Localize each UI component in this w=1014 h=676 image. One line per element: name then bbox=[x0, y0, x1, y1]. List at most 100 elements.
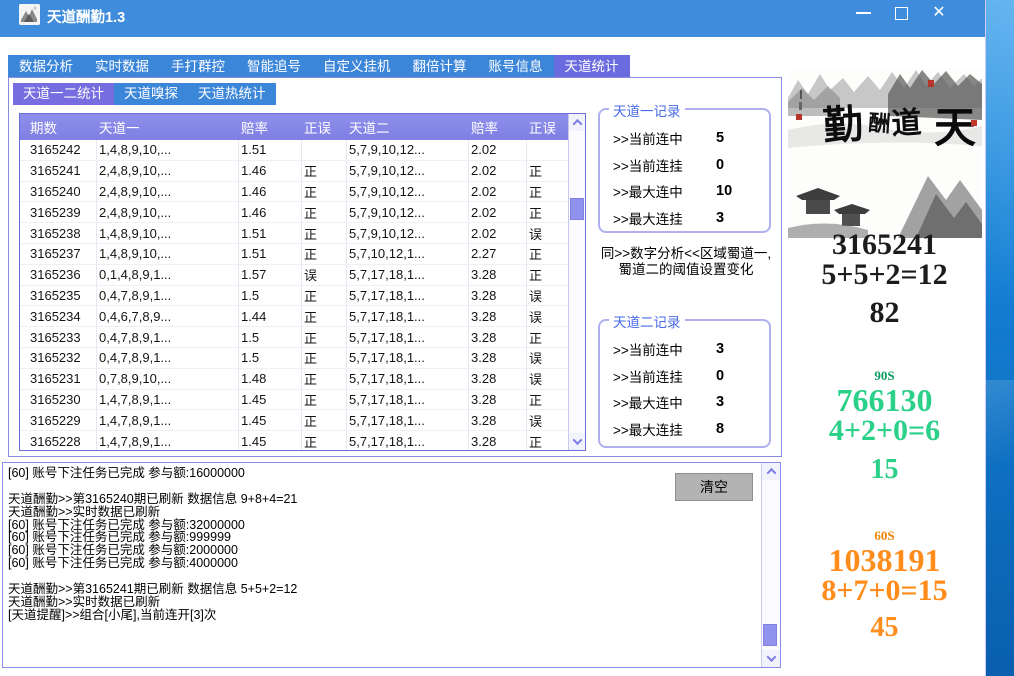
table-row[interactable]: 31652402,4,8,9,10,...1.46正5,7,9,10,12...… bbox=[20, 182, 570, 203]
scrollbar-thumb[interactable] bbox=[570, 198, 584, 220]
scroll-down-button[interactable] bbox=[762, 650, 780, 667]
table-cell: 2,4,8,9,10,... bbox=[97, 161, 239, 181]
table-cell: 0,4,7,8,9,1... bbox=[97, 327, 239, 347]
current-issue-formula: 5+5+2=12 bbox=[786, 258, 983, 292]
app-window: 天道酬勤1.3 ✕ 数据分析实时数据手打群控智能追号自定义挂机翻倍计算账号信息天… bbox=[0, 0, 986, 676]
table-cell: 正 bbox=[302, 390, 347, 410]
table-cell bbox=[527, 140, 570, 160]
scroll-up-button[interactable] bbox=[569, 114, 585, 131]
record-label: >>最大连中 bbox=[613, 181, 716, 201]
groupbox-title: 天道一记录 bbox=[609, 100, 685, 120]
table-row[interactable]: 31652310,7,8,9,10,...1.48正5,7,17,18,1...… bbox=[20, 369, 570, 390]
scrollbar-thumb[interactable] bbox=[763, 624, 777, 646]
record-row: >>最大连挂3 bbox=[613, 205, 769, 232]
table-cell: 误 bbox=[527, 348, 570, 368]
table-cell: 正 bbox=[302, 410, 347, 430]
close-button[interactable]: ✕ bbox=[920, 0, 958, 26]
app-icon[interactable] bbox=[19, 4, 40, 25]
column-header[interactable]: 天道一 bbox=[97, 117, 239, 137]
tab-0[interactable]: 数据分析 bbox=[8, 55, 84, 78]
table-cell: 1.5 bbox=[239, 348, 302, 368]
title-bar: 天道酬勤1.3 ✕ bbox=[0, 0, 985, 37]
record-row: >>最大连挂8 bbox=[613, 416, 769, 443]
table-cell: 1.46 bbox=[239, 182, 302, 202]
log-scrollbar[interactable] bbox=[761, 463, 780, 667]
record-items: >>当前连中3>>当前连挂0>>最大连中3>>最大连挂8 bbox=[600, 321, 769, 442]
record-row: >>当前连挂0 bbox=[613, 152, 769, 179]
table-row[interactable]: 31652360,1,4,8,9,1...1.57误5,7,17,18,1...… bbox=[20, 265, 570, 286]
table-row[interactable]: 31652350,4,7,8,9,1...1.5正5,7,17,18,1...3… bbox=[20, 286, 570, 307]
lottery-90s-total: 15 bbox=[786, 454, 983, 486]
log-line: 天道酬勤>>第3165241期已刷新 数据信息 5+5+2=12 bbox=[8, 583, 756, 596]
table-row[interactable]: 31652381,4,8,9,10,...1.51正5,7,9,10,12...… bbox=[20, 223, 570, 244]
column-header[interactable]: 天道二 bbox=[347, 117, 469, 137]
log-output[interactable]: [60] 账号下注任务已完成 参与额:16000000 天道酬勤>>第31652… bbox=[8, 467, 756, 622]
record-value: 5 bbox=[716, 130, 724, 146]
subtab-0[interactable]: 天道一二统计 bbox=[13, 83, 114, 105]
table-row[interactable]: 31652412,4,8,9,10,...1.46正5,7,9,10,12...… bbox=[20, 161, 570, 182]
scroll-up-button[interactable] bbox=[762, 463, 780, 480]
tab-1[interactable]: 实时数据 bbox=[84, 55, 160, 78]
record-label: >>最大连挂 bbox=[613, 208, 716, 228]
tab-6[interactable]: 账号信息 bbox=[478, 55, 554, 78]
record-label: >>当前连中 bbox=[613, 339, 716, 359]
tiandao2-record-box: 天道二记录 >>当前连中3>>当前连挂0>>最大连中3>>最大连挂8 bbox=[598, 319, 771, 448]
tab-7[interactable]: 天道统计 bbox=[554, 55, 630, 78]
table-cell: 1,4,8,9,10,... bbox=[97, 244, 239, 264]
sub-tab-bar: 天道一二统计天道嗅探天道热统计 bbox=[13, 83, 276, 105]
table-cell: 正 bbox=[302, 161, 347, 181]
table-cell: 3.28 bbox=[469, 390, 527, 410]
table-cell: 3165229 bbox=[20, 410, 97, 430]
record-value: 0 bbox=[716, 157, 724, 173]
table-row[interactable]: 31652371,4,8,9,10,...1.51正5,7,10,12,1...… bbox=[20, 244, 570, 265]
tab-5[interactable]: 翻倍计算 bbox=[402, 55, 478, 78]
record-label: >>最大连中 bbox=[613, 392, 716, 412]
table-row[interactable]: 31652340,4,6,7,8,9...1.44正5,7,17,18,1...… bbox=[20, 306, 570, 327]
column-header[interactable]: 正误 bbox=[302, 117, 347, 137]
column-header[interactable]: 期数 bbox=[20, 117, 97, 137]
table-cell: 1.51 bbox=[239, 223, 302, 243]
table-cell: 正 bbox=[302, 306, 347, 326]
table-row[interactable]: 31652281,4,7,8,9,1...1.45正5,7,17,18,1...… bbox=[20, 431, 570, 451]
calligraphy-char: 勤 bbox=[821, 101, 864, 149]
clear-log-button[interactable]: 清空 bbox=[675, 473, 753, 501]
record-row: >>当前连中3 bbox=[613, 336, 769, 363]
subtab-2[interactable]: 天道热统计 bbox=[188, 83, 276, 105]
column-header[interactable]: 赔率 bbox=[239, 117, 302, 137]
table-row[interactable]: 31652421,4,8,9,10,...1.515,7,9,10,12...2… bbox=[20, 140, 570, 161]
record-value: 10 bbox=[716, 183, 732, 199]
table-cell: 正 bbox=[302, 369, 347, 389]
table-cell: 1.46 bbox=[239, 202, 302, 222]
tab-3[interactable]: 智能追号 bbox=[236, 55, 312, 78]
calligraphy-char: 酬 bbox=[868, 110, 892, 136]
record-items: >>当前连中5>>当前连挂0>>最大连中10>>最大连挂3 bbox=[600, 110, 769, 231]
table-row[interactable]: 31652291,4,7,8,9,1...1.45正5,7,17,18,1...… bbox=[20, 410, 570, 431]
tab-4[interactable]: 自定义挂机 bbox=[312, 55, 402, 78]
scroll-down-button[interactable] bbox=[569, 433, 585, 450]
table-cell: 3.28 bbox=[469, 286, 527, 306]
table-cell: 1,4,7,8,9,1... bbox=[97, 390, 239, 410]
table-cell: 1.45 bbox=[239, 410, 302, 430]
table-row[interactable]: 31652320,4,7,8,9,1...1.5正5,7,17,18,1...3… bbox=[20, 348, 570, 369]
maximize-button[interactable] bbox=[882, 0, 920, 26]
table-cell: 3165233 bbox=[20, 327, 97, 347]
record-row: >>最大连中3 bbox=[613, 389, 769, 416]
table-row[interactable]: 31652301,4,7,8,9,1...1.45正5,7,17,18,1...… bbox=[20, 390, 570, 411]
table-cell: 正 bbox=[527, 161, 570, 181]
subtab-1[interactable]: 天道嗅探 bbox=[114, 83, 188, 105]
column-header[interactable]: 正误 bbox=[527, 117, 570, 137]
table-cell: 1.5 bbox=[239, 327, 302, 347]
log-line: 天道酬勤>>第3165240期已刷新 数据信息 9+8+4=21 bbox=[8, 493, 756, 506]
tab-2[interactable]: 手打群控 bbox=[160, 55, 236, 78]
column-header[interactable]: 赔率 bbox=[469, 117, 527, 137]
chevron-down-icon bbox=[766, 652, 776, 662]
table-row[interactable]: 31652330,4,7,8,9,1...1.5正5,7,17,18,1...3… bbox=[20, 327, 570, 348]
table-cell: 正 bbox=[302, 348, 347, 368]
table-scrollbar[interactable] bbox=[568, 114, 585, 450]
table-cell: 1.57 bbox=[239, 265, 302, 285]
table-row[interactable]: 31652392,4,8,9,10,...1.46正5,7,9,10,12...… bbox=[20, 202, 570, 223]
minimize-icon bbox=[856, 12, 871, 14]
minimize-button[interactable] bbox=[844, 0, 882, 26]
table-cell: 正 bbox=[527, 390, 570, 410]
table-cell: 2.02 bbox=[469, 223, 527, 243]
